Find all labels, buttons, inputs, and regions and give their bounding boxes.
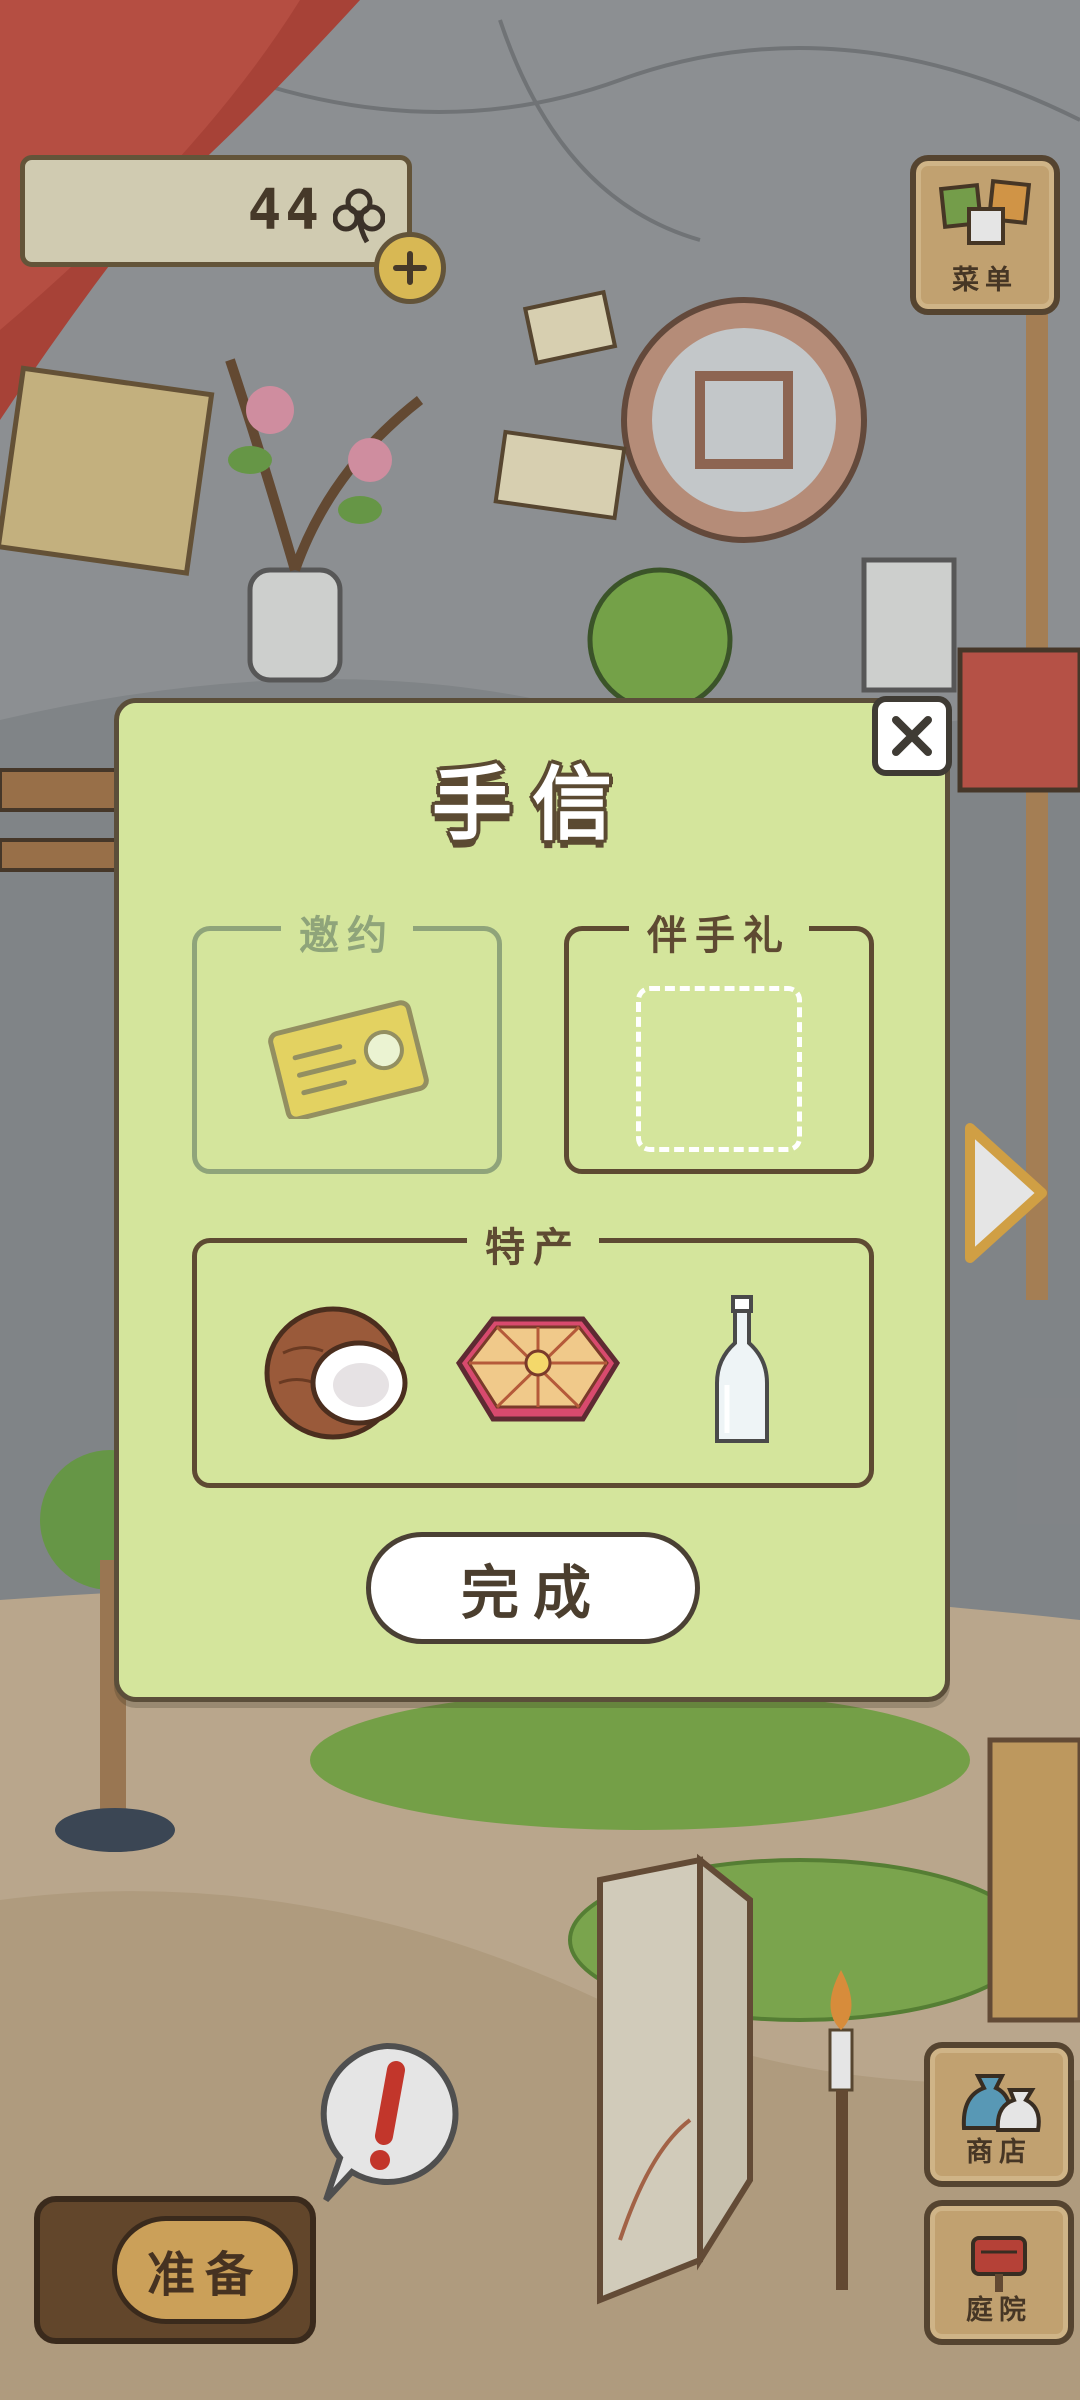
invite-label: 邀约 — [281, 903, 413, 961]
specialty-slot: 特产 — [192, 1215, 874, 1488]
souvenir-label: 伴手礼 — [629, 903, 809, 961]
close-button[interactable] — [872, 696, 952, 776]
glass-bottle-icon[interactable] — [707, 1293, 777, 1453]
souvenir-empty-placeholder[interactable] — [636, 986, 802, 1152]
coconut-icon[interactable] — [263, 1303, 413, 1443]
close-icon — [892, 716, 932, 756]
specialty-label: 特产 — [467, 1215, 599, 1273]
invite-slot[interactable]: 邀约 — [192, 903, 502, 1174]
snack-box-icon[interactable] — [453, 1309, 623, 1439]
done-label: 完成 — [460, 1559, 605, 1627]
dialog-title: 手信 — [432, 758, 632, 851]
invitation-card-icon — [268, 1000, 429, 1119]
done-button[interactable]: 完成 — [366, 1532, 700, 1644]
